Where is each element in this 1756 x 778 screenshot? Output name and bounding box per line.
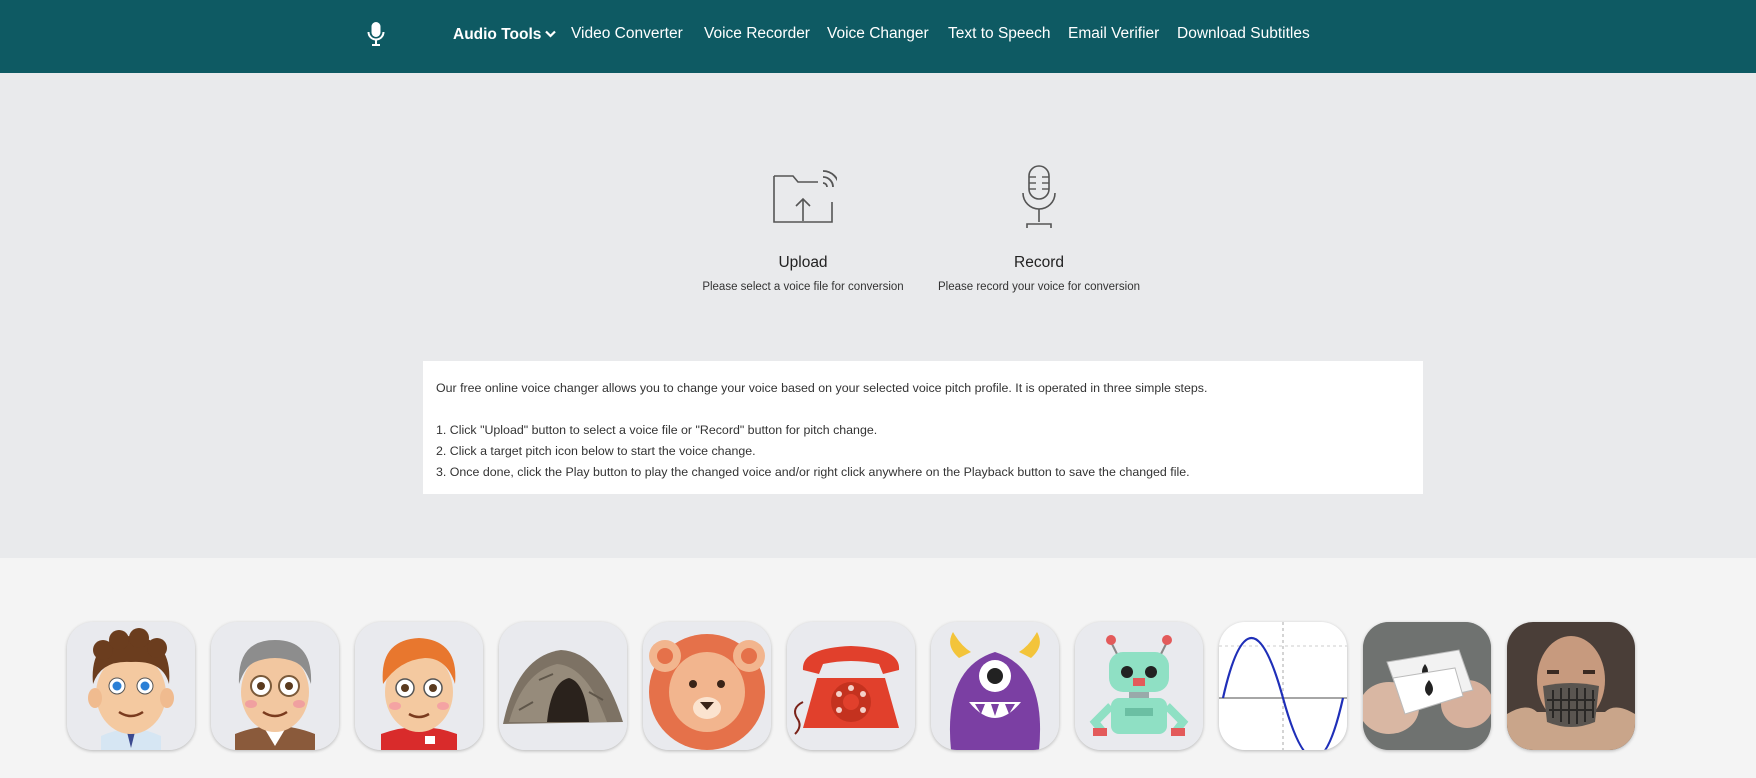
boy-curly-hair-icon[interactable]: [67, 622, 195, 750]
record-title: Record: [1014, 254, 1064, 271]
nav-voice-recorder[interactable]: Voice Recorder: [704, 25, 810, 43]
robot-icon[interactable]: [1075, 622, 1203, 750]
instruction-step-3: 3. Once done, click the Play button to p…: [436, 465, 1190, 479]
chevron-down-icon: [545, 25, 557, 43]
nav-audio-tools[interactable]: Audio Tools: [453, 25, 557, 44]
card-trick-icon[interactable]: [1363, 622, 1491, 750]
masked-villain-icon[interactable]: [1507, 622, 1635, 750]
record-button[interactable]: Record Please record your voice for conv…: [924, 163, 1154, 293]
record-description: Please record your voice for conversion: [938, 281, 1140, 293]
upload-button[interactable]: Upload Please select a voice file for co…: [688, 163, 918, 293]
telephone-icon[interactable]: [787, 622, 915, 750]
purple-monster-icon[interactable]: [931, 622, 1059, 750]
nav-video-converter[interactable]: Video Converter: [571, 25, 683, 43]
nav-audio-tools-label: Audio Tools: [453, 26, 542, 43]
nav-email-verifier[interactable]: Email Verifier: [1068, 25, 1159, 43]
lion-icon[interactable]: [643, 622, 771, 750]
sine-wave-icon[interactable]: [1219, 622, 1347, 750]
folder-upload-icon: [769, 163, 840, 231]
microphone-stand-icon: [1005, 163, 1073, 231]
instruction-step-1: 1. Click "Upload" button to select a voi…: [436, 423, 878, 437]
old-man-glasses-icon[interactable]: [211, 622, 339, 750]
nav-download-subtitles[interactable]: Download Subtitles: [1177, 25, 1310, 43]
upload-title: Upload: [778, 254, 828, 271]
nav-voice-changer[interactable]: Voice Changer: [827, 25, 929, 43]
instructions-box: Our free online voice changer allows you…: [423, 361, 1423, 494]
cave-icon[interactable]: [499, 622, 627, 750]
ginger-kid-icon[interactable]: [355, 622, 483, 750]
nav-text-to-speech[interactable]: Text to Speech: [948, 25, 1051, 43]
upload-description: Please select a voice file for conversio…: [702, 281, 904, 293]
top-navbar: Audio Tools Video Converter Voice Record…: [0, 0, 1756, 73]
instructions-intro: Our free online voice changer allows you…: [436, 381, 1208, 395]
microphone-icon[interactable]: [366, 21, 386, 47]
instruction-step-2: 2. Click a target pitch icon below to st…: [436, 444, 756, 458]
